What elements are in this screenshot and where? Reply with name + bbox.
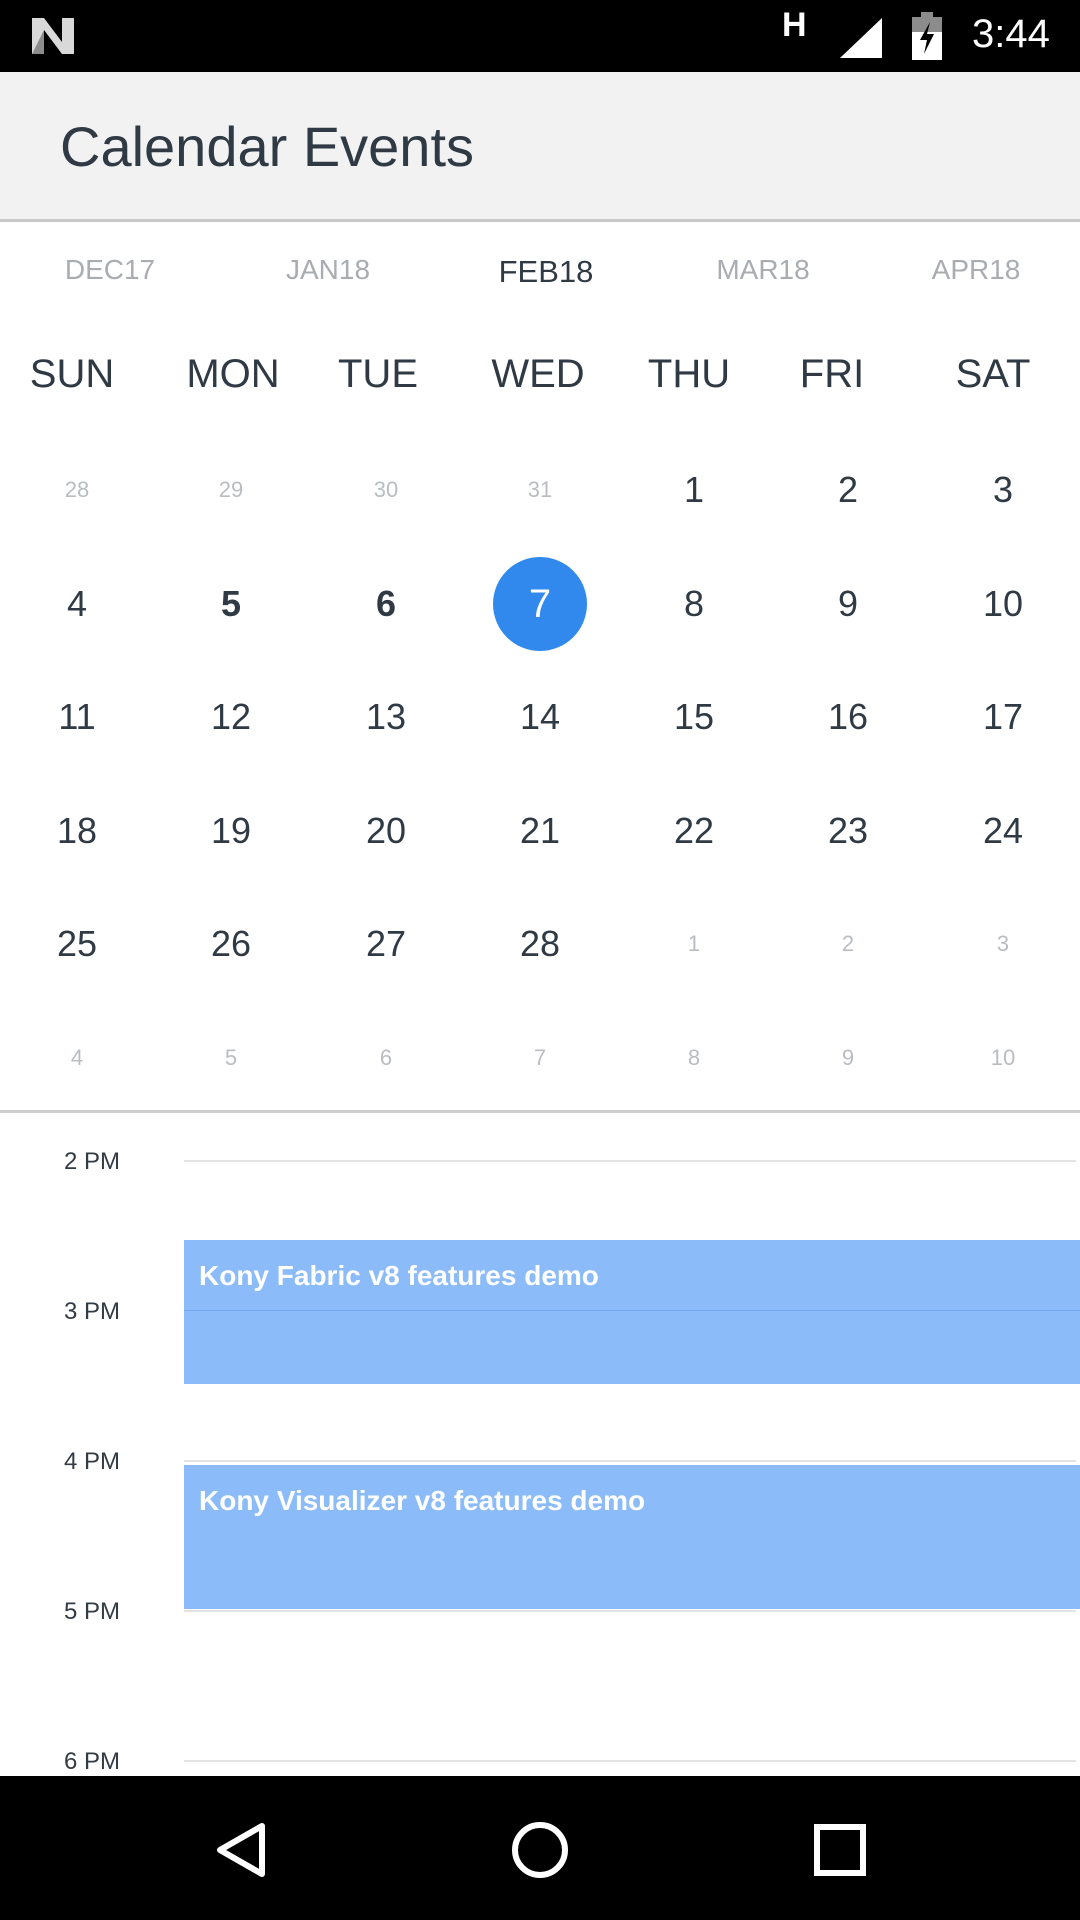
day-cell[interactable]: 24 [953, 781, 1053, 881]
weekday-label: WED [491, 352, 585, 396]
day-cell[interactable]: 13 [336, 667, 436, 767]
day-cell[interactable]: 26 [181, 894, 281, 994]
day-cell[interactable]: 15 [644, 667, 744, 767]
weekday-header: SUN MON TUE WED THU FRI SAT [0, 352, 1080, 412]
day-cell[interactable]: 25 [27, 894, 127, 994]
adjacent-month-day-cell[interactable]: 6 [336, 1008, 436, 1108]
hour-label: 5 PM [64, 1598, 121, 1625]
adjacent-month-day-cell[interactable]: 9 [798, 1008, 898, 1108]
month-tab-apr18[interactable]: APR18 [896, 254, 1056, 286]
month-tab-feb18[interactable]: FEB18 [466, 254, 626, 290]
status-clock: 3:44 [972, 12, 1050, 56]
month-tab-jan18[interactable]: JAN18 [248, 254, 408, 286]
day-cell[interactable]: 21 [490, 781, 590, 881]
status-bar: H 3:44 [0, 0, 1080, 72]
home-circle-icon[interactable] [510, 1820, 570, 1880]
hour-label: 2 PM [64, 1148, 121, 1175]
hour-gridline [184, 1460, 1076, 1462]
month-tab-dec17[interactable]: DEC17 [30, 254, 190, 286]
day-cell[interactable]: 8 [644, 554, 744, 654]
hour-gridline [184, 1610, 1076, 1612]
day-cell[interactable]: 6 [336, 554, 436, 654]
hour-label: 6 PM [64, 1748, 121, 1775]
adjacent-month-day-cell[interactable]: 1 [644, 894, 744, 994]
day-cell[interactable]: 23 [798, 781, 898, 881]
adjacent-month-day-cell[interactable]: 10 [953, 1008, 1053, 1108]
adjacent-month-day-cell[interactable]: 4 [27, 1008, 127, 1108]
adjacent-month-day-cell[interactable]: 8 [644, 1008, 744, 1108]
selected-day-cell[interactable]: 7 [493, 557, 587, 651]
adjacent-month-day-cell[interactable]: 28 [27, 440, 127, 540]
hour-gridline [184, 1760, 1076, 1762]
event-title: Kony Visualizer v8 features demo [199, 1485, 646, 1516]
network-type-label: H [782, 6, 807, 44]
day-cell[interactable]: 14 [490, 667, 590, 767]
back-triangle-icon[interactable] [212, 1820, 272, 1880]
hour-gridline [184, 1160, 1076, 1162]
day-cell[interactable]: 28 [490, 894, 590, 994]
hour-label: 4 PM [64, 1448, 121, 1475]
adjacent-month-day-cell[interactable]: 31 [490, 440, 590, 540]
adjacent-month-day-cell[interactable]: 5 [181, 1008, 281, 1108]
day-cell[interactable]: 11 [27, 667, 127, 767]
hour-label: 3 PM [64, 1298, 121, 1325]
day-cell[interactable]: 27 [336, 894, 436, 994]
month-selector: DEC17 JAN18 FEB18 MAR18 APR18 [0, 240, 1080, 300]
adjacent-month-day-cell[interactable]: 2 [798, 894, 898, 994]
page-title: Calendar Events [60, 115, 475, 178]
day-cell[interactable]: 16 [798, 667, 898, 767]
event-block-visualizer[interactable]: Kony Visualizer v8 features demo [184, 1465, 1080, 1609]
day-cell[interactable]: 1 [644, 440, 744, 540]
weekday-label: TUE [338, 352, 418, 396]
hour-gridline [184, 1310, 1080, 1311]
day-cell[interactable]: 9 [798, 554, 898, 654]
app-bar: Calendar Events [0, 72, 1080, 222]
day-cell[interactable]: 3 [953, 440, 1053, 540]
day-cell[interactable]: 17 [953, 667, 1053, 767]
event-block-fabric[interactable]: Kony Fabric v8 features demo [184, 1240, 1080, 1384]
system-nav-bar [0, 1776, 1080, 1920]
day-cell[interactable]: 5 [181, 554, 281, 654]
adjacent-month-day-cell[interactable]: 3 [953, 894, 1053, 994]
event-title: Kony Fabric v8 features demo [199, 1260, 599, 1291]
day-cell[interactable]: 20 [336, 781, 436, 881]
battery-charging-icon [912, 12, 942, 60]
day-cell[interactable]: 12 [181, 667, 281, 767]
day-cell[interactable]: 10 [953, 554, 1053, 654]
day-cell[interactable]: 4 [27, 554, 127, 654]
adjacent-month-day-cell[interactable]: 7 [490, 1008, 590, 1108]
weekday-label: FRI [799, 352, 865, 396]
adjacent-month-day-cell[interactable]: 30 [336, 440, 436, 540]
day-cell[interactable]: 18 [27, 781, 127, 881]
weekday-label: THU [647, 352, 731, 396]
calendar-divider [0, 1110, 1080, 1113]
weekday-label: SUN [29, 352, 115, 396]
signal-icon [840, 18, 882, 58]
n-logo-icon [32, 18, 74, 54]
day-cell[interactable]: 22 [644, 781, 744, 881]
day-cell[interactable]: 2 [798, 440, 898, 540]
day-cell[interactable]: 19 [181, 781, 281, 881]
recents-square-icon[interactable] [810, 1820, 870, 1880]
adjacent-month-day-cell[interactable]: 29 [181, 440, 281, 540]
month-tab-mar18[interactable]: MAR18 [683, 254, 843, 286]
weekday-label: SAT [955, 352, 1031, 396]
weekday-label: MON [186, 352, 280, 396]
